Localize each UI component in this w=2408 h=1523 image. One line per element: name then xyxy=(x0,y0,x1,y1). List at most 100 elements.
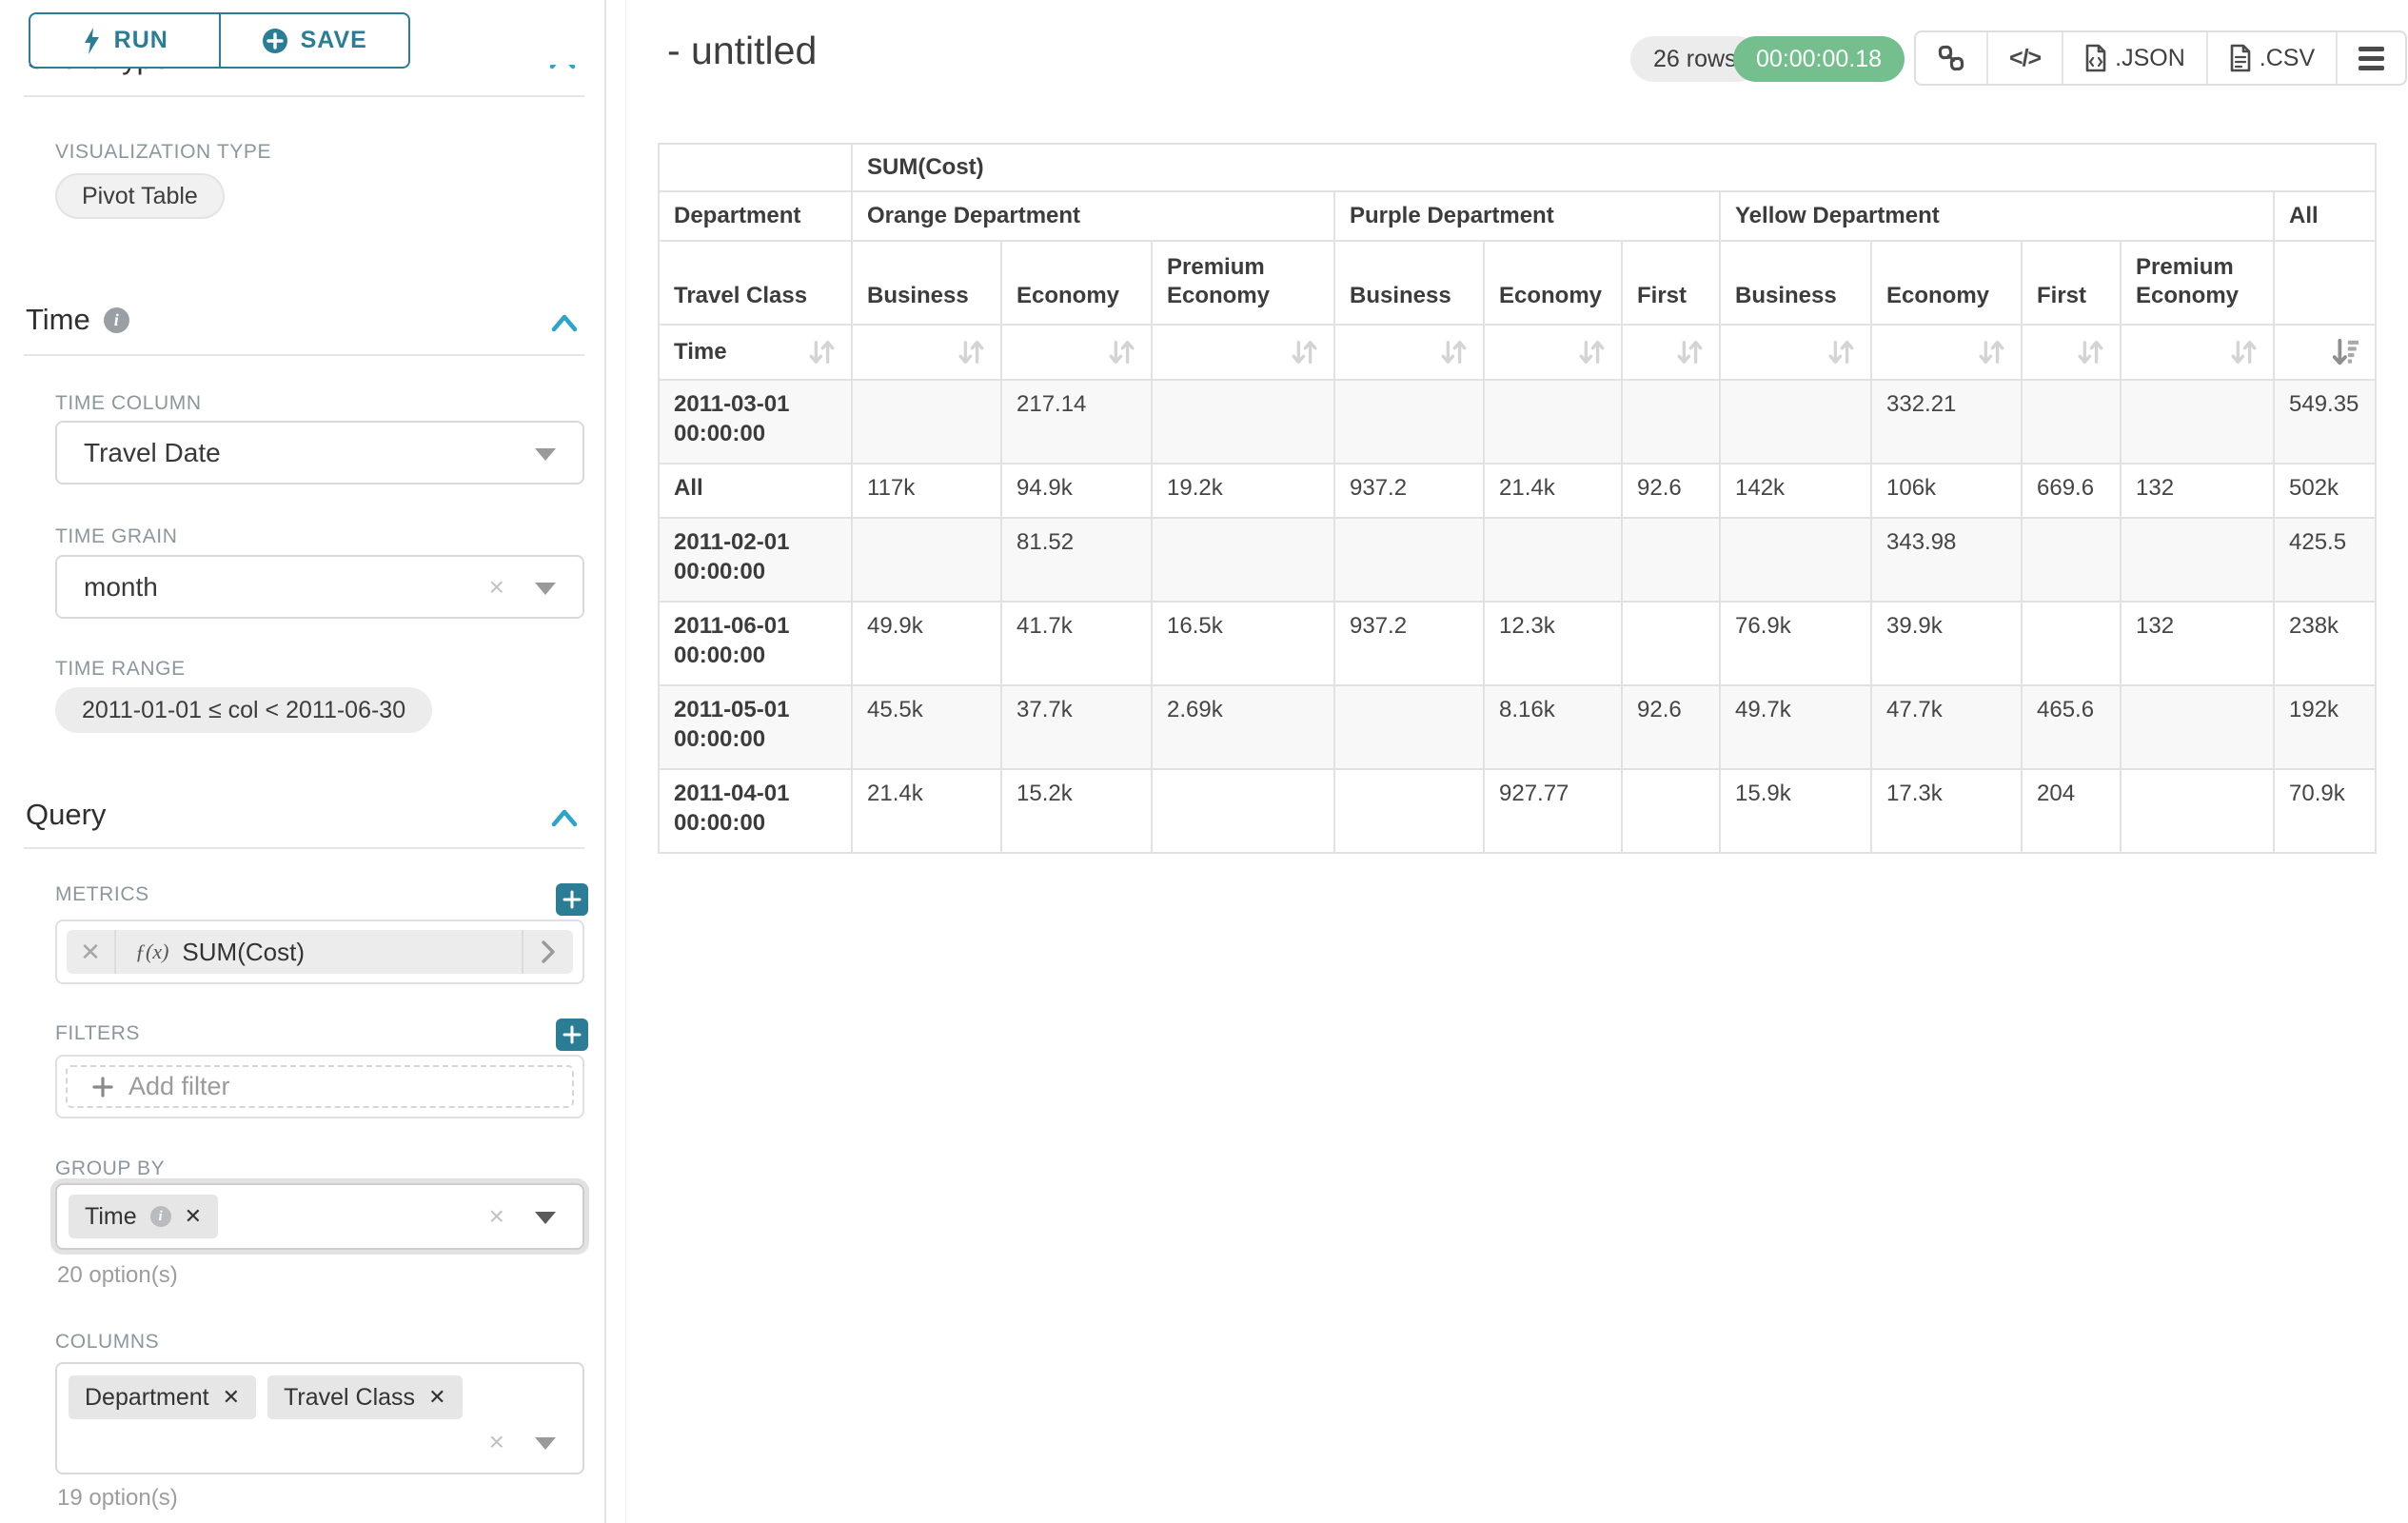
travel-class-header xyxy=(2274,241,2376,325)
chevron-right-icon[interactable] xyxy=(522,930,573,974)
value-cell: 192k xyxy=(2274,685,2376,769)
value-cell: 21.4k xyxy=(852,769,1001,853)
travel-class-header: First xyxy=(1622,241,1720,325)
remove-chip-icon[interactable]: ✕ xyxy=(185,1204,202,1229)
caret-down-icon[interactable] xyxy=(535,1212,556,1224)
caret-down-icon[interactable] xyxy=(535,583,556,595)
value-cell xyxy=(1622,380,1720,464)
control-panel: Chart Type RUN SAVE VISUALIZATION TYPE P… xyxy=(0,0,606,1523)
column-sort-cell[interactable] xyxy=(1622,325,1720,380)
value-cell: 106k xyxy=(1871,464,2022,518)
export-csv-button[interactable]: .CSV xyxy=(2206,32,2336,84)
sort-amount-desc-icon[interactable] xyxy=(2330,337,2360,367)
travel-class-header-row: Travel Class BusinessEconomyPremium Econ… xyxy=(659,241,2376,325)
sort-up-down-icon[interactable] xyxy=(1289,337,1319,367)
travel-class-header: Premium Economy xyxy=(2121,241,2274,325)
column-sort-cell[interactable] xyxy=(1871,325,2022,380)
value-cell: 8.16k xyxy=(1484,685,1622,769)
sort-up-down-icon[interactable] xyxy=(1106,337,1136,367)
value-cell: 425.5 xyxy=(2274,518,2376,602)
row-label-cell: 2011-02-01 00:00:00 xyxy=(659,518,852,602)
time-column-select[interactable]: Travel Date xyxy=(55,421,584,485)
clear-icon[interactable]: × xyxy=(489,1427,504,1457)
row-label-cell: 2011-04-01 00:00:00 xyxy=(659,769,852,853)
value-cell: 94.9k xyxy=(1001,464,1152,518)
remove-chip-icon[interactable]: ✕ xyxy=(223,1385,240,1410)
value-cell: 21.4k xyxy=(1484,464,1622,518)
row-dim-label: Travel Class xyxy=(659,241,852,325)
time-grain-select[interactable]: month × xyxy=(55,555,584,619)
column-sort-cell[interactable] xyxy=(1720,325,1871,380)
column-sort-cell[interactable] xyxy=(2121,325,2274,380)
value-cell: 12.3k xyxy=(1484,602,1622,685)
value-cell: 45.5k xyxy=(852,685,1001,769)
embed-code-button[interactable]: </> xyxy=(1986,32,2062,84)
sort-up-down-icon[interactable] xyxy=(1976,337,2006,367)
add-metric-button[interactable] xyxy=(556,883,588,916)
run-save-button-bar: RUN SAVE xyxy=(29,12,410,69)
sort-up-down-icon[interactable] xyxy=(1576,337,1607,367)
sort-up-down-icon[interactable] xyxy=(1826,337,1856,367)
sort-up-down-icon[interactable] xyxy=(2075,337,2105,367)
value-cell: 927.77 xyxy=(1484,769,1622,853)
metric-chip[interactable]: ✕ ƒ(x) SUM(Cost) xyxy=(67,930,573,974)
travel-class-header: Premium Economy xyxy=(1152,241,1334,325)
divider xyxy=(24,95,584,97)
value-cell: 49.9k xyxy=(852,602,1001,685)
sort-up-down-icon[interactable] xyxy=(806,337,837,367)
travel-class-header: Business xyxy=(1334,241,1484,325)
row-dim-label: Department xyxy=(659,191,852,241)
info-icon: i xyxy=(104,307,129,333)
group-by-select[interactable]: Timei✕ × xyxy=(55,1183,584,1250)
value-cell xyxy=(1484,380,1622,464)
run-button[interactable]: RUN xyxy=(30,14,219,67)
column-sort-cell[interactable] xyxy=(1152,325,1334,380)
chevron-up-icon[interactable] xyxy=(550,310,579,335)
travel-class-header: Economy xyxy=(1001,241,1152,325)
table-row: 2011-03-01 00:00:00217.14332.21549.35 xyxy=(659,380,2376,464)
sort-up-down-icon[interactable] xyxy=(2228,337,2259,367)
add-filter-button[interactable]: Add filter xyxy=(66,1065,574,1108)
selected-option-chip[interactable]: Timei✕ xyxy=(69,1195,218,1238)
time-column-value: Travel Date xyxy=(84,438,221,468)
time-sort-cell[interactable]: Time xyxy=(659,325,852,380)
selected-option-chip[interactable]: Department✕ xyxy=(69,1375,256,1419)
column-sort-cell[interactable] xyxy=(1001,325,1152,380)
save-button[interactable]: SAVE xyxy=(219,14,409,67)
clear-icon[interactable]: × xyxy=(489,1201,504,1232)
caret-down-icon[interactable] xyxy=(535,1437,556,1450)
export-csv-label: .CSV xyxy=(2260,45,2315,72)
travel-class-header: Economy xyxy=(1484,241,1622,325)
add-filter-plus-button[interactable] xyxy=(556,1019,588,1051)
share-link-button[interactable] xyxy=(1916,32,1986,84)
value-cell xyxy=(2022,602,2121,685)
link-icon xyxy=(1937,44,1965,72)
value-cell xyxy=(1622,518,1720,602)
viz-type-pill[interactable]: Pivot Table xyxy=(55,173,225,219)
remove-metric-icon[interactable]: ✕ xyxy=(67,930,116,974)
export-json-button[interactable]: .JSON xyxy=(2062,32,2206,84)
remove-chip-icon[interactable]: ✕ xyxy=(428,1385,445,1410)
value-cell: 502k xyxy=(2274,464,2376,518)
sort-up-down-icon[interactable] xyxy=(1674,337,1705,367)
column-sort-cell[interactable] xyxy=(1334,325,1484,380)
column-sort-cell[interactable] xyxy=(2022,325,2121,380)
column-sort-cell[interactable] xyxy=(852,325,1001,380)
chevron-up-icon[interactable] xyxy=(550,805,579,830)
columns-select[interactable]: Department✕Travel Class✕ × xyxy=(55,1362,584,1474)
caret-down-icon[interactable] xyxy=(535,448,556,461)
column-group-header: Orange Department xyxy=(852,191,1334,241)
file-json-icon xyxy=(2084,44,2107,72)
value-cell: 937.2 xyxy=(1334,464,1484,518)
selected-option-chip[interactable]: Travel Class✕ xyxy=(267,1375,462,1419)
sort-up-down-icon[interactable] xyxy=(1438,337,1469,367)
filters-label: FILTERS xyxy=(55,1022,140,1045)
clear-icon[interactable]: × xyxy=(489,572,504,603)
more-menu-button[interactable] xyxy=(2336,32,2405,84)
sort-up-down-icon[interactable] xyxy=(956,337,986,367)
time-range-pill[interactable]: 2011-01-01 ≤ col < 2011-06-30 xyxy=(55,687,432,733)
column-sort-cell[interactable] xyxy=(1484,325,1622,380)
chart-title[interactable]: - untitled xyxy=(667,29,817,73)
column-sort-cell[interactable] xyxy=(2274,325,2376,380)
value-cell: 217.14 xyxy=(1001,380,1152,464)
